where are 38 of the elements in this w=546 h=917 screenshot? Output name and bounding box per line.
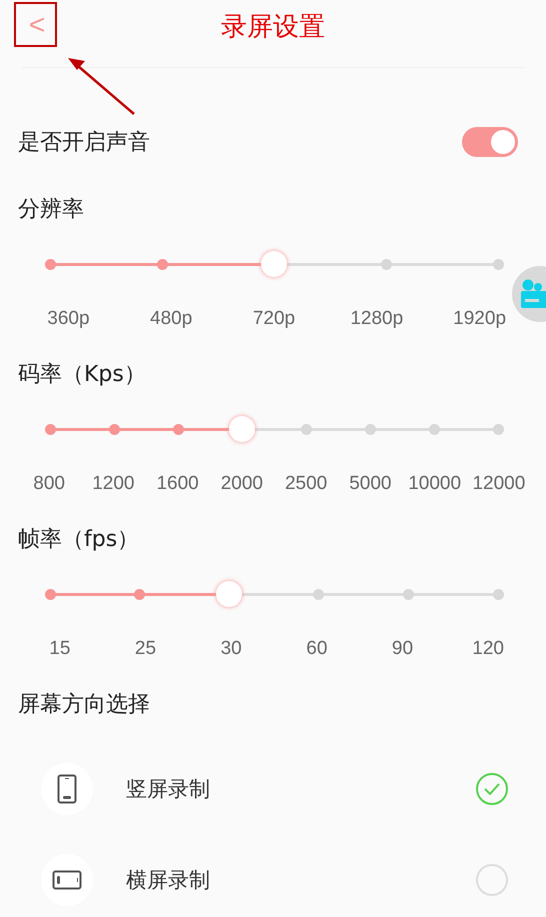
- landscape-phone-icon: [52, 870, 82, 890]
- radio-button[interactable]: [476, 864, 508, 896]
- section-label: 帧率（fps）: [18, 526, 140, 554]
- radio-button[interactable]: [476, 773, 508, 805]
- stop-label: 1920p: [453, 307, 506, 331]
- slider-thumb[interactable]: [216, 581, 242, 607]
- annotation-arrow: [68, 58, 135, 115]
- stop-label: 2500: [284, 472, 328, 496]
- stop-label: 12000: [472, 472, 526, 496]
- stop-label: 360p: [47, 307, 90, 331]
- section-label: 码率（Kps）: [18, 361, 147, 389]
- check-icon: [484, 783, 500, 795]
- stop-label: 60: [306, 637, 328, 661]
- section-label: 分辨率: [18, 196, 85, 224]
- sound-label: 是否开启声音: [18, 129, 150, 157]
- slider-thumb[interactable]: [261, 251, 287, 277]
- sound-toggle[interactable]: [462, 127, 518, 157]
- stop-label: 2000: [220, 472, 264, 496]
- stop-label: 90: [392, 637, 414, 661]
- stop-label: 800: [33, 472, 65, 496]
- stop-label: 5000: [349, 472, 392, 496]
- slider-thumb[interactable]: [229, 416, 255, 442]
- stop-label: 30: [220, 637, 242, 661]
- stop-label: 25: [134, 637, 156, 661]
- stop-label: 10000: [408, 472, 462, 496]
- option-label[interactable]: 竖屏录制: [126, 775, 476, 803]
- option-label[interactable]: 横屏录制: [126, 866, 476, 894]
- stop-label: 1600: [156, 472, 199, 496]
- page-title: 录屏设置: [221, 10, 325, 44]
- stop-label: 720p: [252, 307, 296, 331]
- phone-icon: [57, 774, 77, 804]
- stop-label: 1200: [92, 472, 135, 496]
- annotation-box: [14, 2, 57, 47]
- stop-label: 120: [472, 637, 504, 661]
- stop-label: 15: [49, 637, 70, 661]
- section-label: 屏幕方向选择: [18, 691, 151, 719]
- stop-label: 1280p: [350, 307, 404, 331]
- stop-label: 480p: [150, 307, 192, 331]
